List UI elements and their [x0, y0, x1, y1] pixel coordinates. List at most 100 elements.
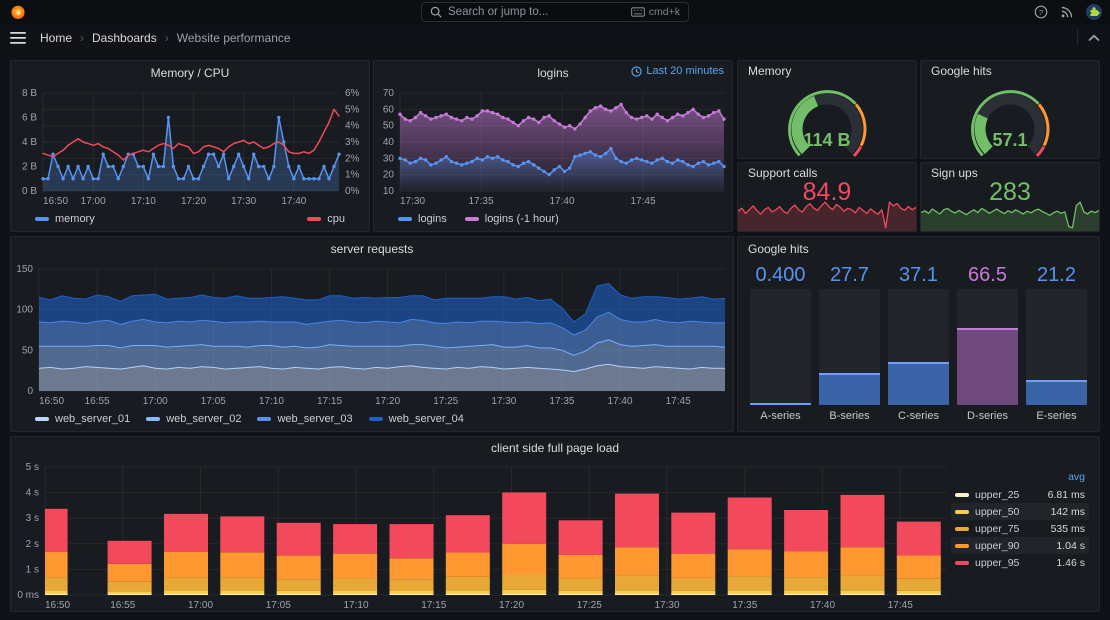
panel-memory-cpu: Memory / CPU 16:50 17:00 17:10 17:20 17:30 17… [10, 60, 370, 232]
collapse-topbar-button[interactable] [1088, 34, 1100, 42]
legend-avg-value: 535 ms [1050, 522, 1085, 535]
legend-label: upper_25 [975, 488, 1020, 501]
svg-text:6%: 6% [345, 88, 360, 99]
panel-client-load: client side full page load 5 s 4 s 3 s 2 s 1… [10, 436, 1100, 612]
legend-avg-header[interactable]: avg [951, 469, 1089, 486]
user-avatar[interactable] [1086, 4, 1102, 20]
svg-text:0 B: 0 B [22, 186, 37, 197]
menu-icon [10, 31, 26, 44]
bar-gauge-fill [1026, 380, 1087, 405]
panel-title[interactable]: server requests [11, 237, 733, 261]
memory-cpu-legend: memory cpu [11, 207, 369, 231]
svg-text:3 s: 3 s [26, 513, 39, 524]
svg-text:17:10: 17:10 [131, 196, 156, 207]
legend-item[interactable]: logins (-1 hour) [464, 213, 559, 225]
bar-gauge-label: E-series [1036, 410, 1077, 422]
bar-gauge-item: 27.7 B-series [819, 263, 880, 423]
bar-gauge-item: 21.2 E-series [1026, 263, 1087, 423]
search-box[interactable]: cmd+k [421, 2, 689, 22]
legend-swatch [307, 217, 322, 221]
svg-text:17:30: 17:30 [231, 196, 256, 207]
bar-gauge-value: 37.1 [899, 264, 938, 286]
clock-icon [631, 65, 643, 77]
panel-title[interactable]: Memory [738, 61, 916, 81]
panel-title[interactable]: Sign ups [921, 163, 1099, 183]
svg-text:17:05: 17:05 [201, 396, 226, 407]
bar-gauge-fill [957, 327, 1018, 405]
bar-gauge-value: 21.2 [1037, 264, 1076, 286]
svg-text:17:20: 17:20 [375, 396, 400, 407]
server-requests-legend: web_server_01 web_server_02 web_server_03 w… [11, 407, 733, 431]
panel-title[interactable]: Support calls [738, 163, 916, 183]
svg-text:17:30: 17:30 [491, 396, 516, 407]
panel-title[interactable]: client side full page load [11, 437, 1099, 459]
svg-text:16:50: 16:50 [45, 600, 70, 611]
svg-text:114 B: 114 B [803, 130, 850, 150]
keyboard-icon [630, 7, 645, 17]
svg-text:17:00: 17:00 [81, 196, 106, 207]
svg-text:17:20: 17:20 [499, 600, 524, 611]
bar-gauge-track [1026, 289, 1087, 405]
panel-sign-ups: Sign ups 283 [920, 162, 1100, 232]
search-input[interactable] [448, 6, 625, 18]
panel-title[interactable]: Google hits [738, 237, 1099, 261]
svg-text:2%: 2% [345, 153, 360, 164]
legend-label: logins [418, 213, 447, 225]
memory-gauge: 114 B [738, 81, 916, 158]
breadcrumb-current: Website performance [176, 30, 291, 45]
panel-time-range[interactable]: Last 20 minutes [631, 65, 724, 77]
svg-text:4 B: 4 B [22, 137, 37, 148]
breadcrumb-actions [1077, 29, 1100, 46]
client-load-chart[interactable]: 5 s 4 s 3 s 2 s 1 s 0 ms 16:50 16:55 17:00 17:05 1… [11, 459, 951, 611]
legend-item[interactable]: upper_50 142 ms [951, 503, 1089, 520]
svg-text:2 B: 2 B [22, 162, 37, 173]
breadcrumb-home[interactable]: Home [40, 31, 72, 45]
legend-item[interactable]: upper_90 1.04 s [951, 537, 1089, 554]
legend-swatch [35, 217, 49, 221]
svg-text:57.1: 57.1 [992, 130, 1027, 150]
grafana-logo[interactable] [10, 4, 27, 21]
logins-chart[interactable]: 17:30 17:35 17:40 17:45 70 60 50 40 30 20 10 [374, 85, 732, 207]
svg-text:17:45: 17:45 [888, 600, 913, 611]
legend-item[interactable]: logins [398, 213, 447, 225]
legend-item[interactable]: upper_25 6.81 ms [951, 486, 1089, 503]
bar-gauge-item: 0.400 A-series [750, 263, 811, 423]
legend-item[interactable]: upper_95 1.46 s [951, 554, 1089, 571]
panel-title[interactable]: Memory / CPU [11, 61, 369, 85]
svg-text:40: 40 [383, 137, 395, 148]
svg-text:17:35: 17:35 [468, 196, 493, 207]
menu-toggle-button[interactable] [10, 31, 26, 44]
legend-item[interactable]: upper_75 535 ms [951, 520, 1089, 537]
legend-item[interactable]: web_server_01 [35, 413, 130, 425]
search-icon [430, 6, 442, 18]
panel-title[interactable]: Google hits [921, 61, 1099, 81]
chart-canvas: 114 B [788, 90, 867, 157]
legend-item[interactable]: cpu [307, 213, 345, 225]
memory-cpu-chart[interactable]: 16:50 17:00 17:10 17:20 17:30 17:40 8 B 6 B 4 B 2… [11, 85, 369, 207]
google-hits-gauge: 57.1 [921, 81, 1099, 158]
svg-text:17:15: 17:15 [317, 396, 342, 407]
legend-swatch [955, 543, 969, 548]
legend-swatch [955, 509, 969, 514]
server-requests-chart[interactable]: 16:50 16:55 17:00 17:05 17:10 17:15 17:20 17:25… [11, 261, 733, 407]
client-load-legend: avg upper_25 6.81 ms upper_50 142 ms upper_75… [951, 459, 1099, 611]
panel-logins: logins Last 20 minutes 17:30 17:35 17:40 17… [373, 60, 733, 232]
legend-item[interactable]: web_server_02 [146, 413, 241, 425]
chart-canvas: 5 s 4 s 3 s 2 s 1 s 0 ms 16:50 16:55 17:00 17:05 1… [17, 462, 947, 611]
svg-text:6 B: 6 B [22, 113, 37, 124]
legend-item[interactable]: web_server_03 [257, 413, 353, 425]
panel-google-gauge: Google hits 57.1 [920, 60, 1100, 159]
news-button[interactable] [1060, 5, 1074, 19]
chart-canvas: 17:30 17:35 17:40 17:45 70 60 50 40 30 20 10 [383, 88, 726, 207]
legend-item[interactable]: web_server_04 [368, 413, 464, 425]
legend-label: upper_75 [975, 522, 1020, 535]
svg-text:2 s: 2 s [26, 539, 39, 550]
legend-swatch [257, 417, 272, 421]
bar-gauge-label: C-series [898, 410, 939, 422]
help-button[interactable]: ? [1034, 5, 1048, 19]
legend-swatch [398, 217, 412, 221]
breadcrumb-dashboards[interactable]: Dashboards [92, 31, 157, 45]
svg-text:50: 50 [22, 345, 34, 356]
legend-item[interactable]: memory [35, 213, 95, 225]
grafana-app: cmd+k ? [0, 0, 1110, 620]
